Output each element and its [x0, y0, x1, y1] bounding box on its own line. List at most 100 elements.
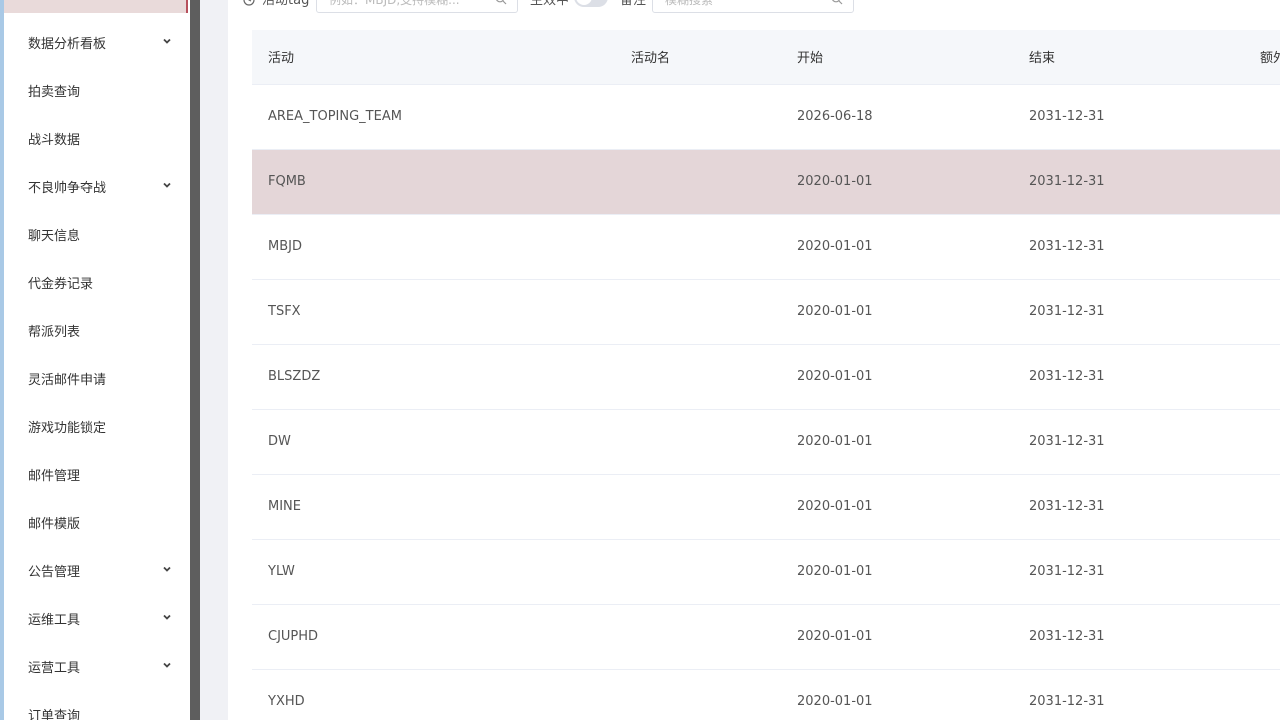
cell-start: 2020-01-01: [781, 214, 1013, 280]
sidebar-item[interactable]: 订单查询: [4, 690, 190, 720]
cell-name: [615, 669, 781, 720]
table-row[interactable]: AREA_TOPING_TEAM 2026-06-18 2031-12-31: [252, 84, 1280, 150]
table-body: AREA_TOPING_TEAM 2026-06-18 2031-12-31 FQMB…: [252, 84, 1280, 720]
cell-start: 2026-06-18: [781, 84, 1013, 150]
filter-bar: 活动tag 生效中 备注: [228, 0, 1280, 30]
sidebar-item-label: 拍卖查询: [28, 84, 81, 100]
sidebar-item[interactable]: 代金券记录: [4, 258, 190, 306]
sidebar-item[interactable]: 运维工具: [4, 594, 190, 642]
cell-activity: MBJD: [252, 214, 615, 280]
table-row[interactable]: BLSZDZ 2020-01-01 2031-12-31: [252, 344, 1280, 410]
cell-start: 2020-01-01: [781, 279, 1013, 345]
sidebar-item-label: 邮件管理: [28, 468, 81, 484]
cell-name: [615, 84, 781, 150]
sidebar-item[interactable]: 游戏功能锁定: [4, 402, 190, 450]
active-filter-label: 生效中: [530, 0, 570, 8]
table-row[interactable]: DW 2020-01-01 2031-12-31: [252, 409, 1280, 475]
sidebar-item[interactable]: 数据分析看板: [4, 18, 190, 66]
activity-table: 活动 活动名 开始 结束 额外 AREA_TOPING_TEAM 2026-06-…: [252, 30, 1280, 720]
cell-extra: [1244, 149, 1280, 215]
sidebar-item-label: 运营工具: [28, 660, 81, 676]
tag-filter-input[interactable]: [317, 0, 517, 12]
column-header-name[interactable]: 活动名: [615, 30, 781, 85]
cell-extra: [1244, 604, 1280, 670]
sidebar-item[interactable]: 邮件模版: [4, 498, 190, 546]
sidebar-item[interactable]: 帮派列表: [4, 306, 190, 354]
content-gutter: [200, 0, 228, 720]
cell-activity: BLSZDZ: [252, 344, 615, 410]
cell-start: 2020-01-01: [781, 409, 1013, 475]
sidebar-item-label: 灵活邮件申请: [28, 372, 107, 388]
cell-end: 2031-12-31: [1013, 149, 1244, 215]
search-icon[interactable]: [495, 0, 507, 5]
column-header-extra[interactable]: 额外: [1244, 30, 1280, 85]
cell-activity: AREA_TOPING_TEAM: [252, 84, 615, 150]
sidebar-item-label: 订单查询: [28, 708, 81, 720]
table-row[interactable]: YLW 2020-01-01 2031-12-31: [252, 539, 1280, 605]
cell-extra: [1244, 214, 1280, 280]
search-icon[interactable]: [831, 0, 843, 5]
column-header-end[interactable]: 结束: [1013, 30, 1244, 85]
table-row[interactable]: FQMB 2020-01-01 2031-12-31: [252, 149, 1280, 215]
tag-filter-field[interactable]: [316, 0, 518, 13]
sidebar-item[interactable]: 邮件管理: [4, 450, 190, 498]
table-row[interactable]: MINE 2020-01-01 2031-12-31: [252, 474, 1280, 540]
cell-end: 2031-12-31: [1013, 84, 1244, 150]
cell-start: 2020-01-01: [781, 669, 1013, 720]
cell-name: [615, 604, 781, 670]
sidebar-item-label: 聊天信息: [28, 228, 81, 244]
cell-extra: [1244, 279, 1280, 345]
cell-start: 2020-01-01: [781, 149, 1013, 215]
sidebar-item-label: 数据分析看板: [28, 36, 107, 52]
cell-activity: DW: [252, 409, 615, 475]
cell-end: 2031-12-31: [1013, 279, 1244, 345]
sidebar-item-label: 代金券记录: [28, 276, 94, 292]
cell-end: 2031-12-31: [1013, 669, 1244, 720]
cell-start: 2020-01-01: [781, 604, 1013, 670]
sidebar-item-label: 公告管理: [28, 564, 81, 580]
sidebar-item-label: 帮派列表: [28, 324, 81, 340]
column-header-start[interactable]: 开始: [781, 30, 1013, 85]
cell-extra: [1244, 409, 1280, 475]
sidebar-active-item[interactable]: [4, 0, 188, 13]
tag-filter-label: 活动tag: [262, 0, 310, 8]
sidebar-item-label: 游戏功能锁定: [28, 420, 107, 436]
active-toggle[interactable]: [574, 0, 608, 7]
cell-end: 2031-12-31: [1013, 344, 1244, 410]
remark-filter-field[interactable]: [652, 0, 854, 13]
sidebar-item[interactable]: 聊天信息: [4, 210, 190, 258]
sidebar-scrollbar[interactable]: [190, 0, 200, 720]
sidebar-item[interactable]: 公告管理: [4, 546, 190, 594]
remark-filter-input[interactable]: [653, 0, 853, 12]
cell-start: 2020-01-01: [781, 344, 1013, 410]
table-row[interactable]: MBJD 2020-01-01 2031-12-31: [252, 214, 1280, 280]
table-row[interactable]: CJUPHD 2020-01-01 2031-12-31: [252, 604, 1280, 670]
refresh-icon[interactable]: [242, 0, 256, 7]
cell-end: 2031-12-31: [1013, 604, 1244, 670]
table-row[interactable]: TSFX 2020-01-01 2031-12-31: [252, 279, 1280, 345]
cell-name: [615, 409, 781, 475]
cell-start: 2020-01-01: [781, 539, 1013, 605]
cell-activity: FQMB: [252, 149, 615, 215]
sidebar: 数据分析看板 拍卖查询战斗数据不良帅争夺战 聊天信息代金券记录帮派列表灵活邮件申请游…: [4, 0, 190, 720]
cell-end: 2031-12-31: [1013, 214, 1244, 280]
cell-name: [615, 539, 781, 605]
sidebar-item-label: 不良帅争夺战: [28, 180, 107, 196]
column-header-activity[interactable]: 活动: [252, 30, 615, 85]
chevron-down-icon: [162, 564, 172, 574]
table-row[interactable]: YXHD 2020-01-01 2031-12-31: [252, 669, 1280, 720]
chevron-down-icon: [162, 180, 172, 190]
sidebar-item[interactable]: 运营工具: [4, 642, 190, 690]
sidebar-item[interactable]: 拍卖查询: [4, 66, 190, 114]
cell-extra: [1244, 344, 1280, 410]
sidebar-item[interactable]: 战斗数据: [4, 114, 190, 162]
cell-activity: YXHD: [252, 669, 615, 720]
sidebar-item[interactable]: 灵活邮件申请: [4, 354, 190, 402]
cell-name: [615, 149, 781, 215]
table-header-row: 活动 活动名 开始 结束 额外: [252, 30, 1280, 85]
cell-name: [615, 214, 781, 280]
cell-activity: CJUPHD: [252, 604, 615, 670]
sidebar-menu: 数据分析看板 拍卖查询战斗数据不良帅争夺战 聊天信息代金券记录帮派列表灵活邮件申请游…: [4, 18, 190, 720]
sidebar-item[interactable]: 不良帅争夺战: [4, 162, 190, 210]
chevron-down-icon: [162, 36, 172, 46]
